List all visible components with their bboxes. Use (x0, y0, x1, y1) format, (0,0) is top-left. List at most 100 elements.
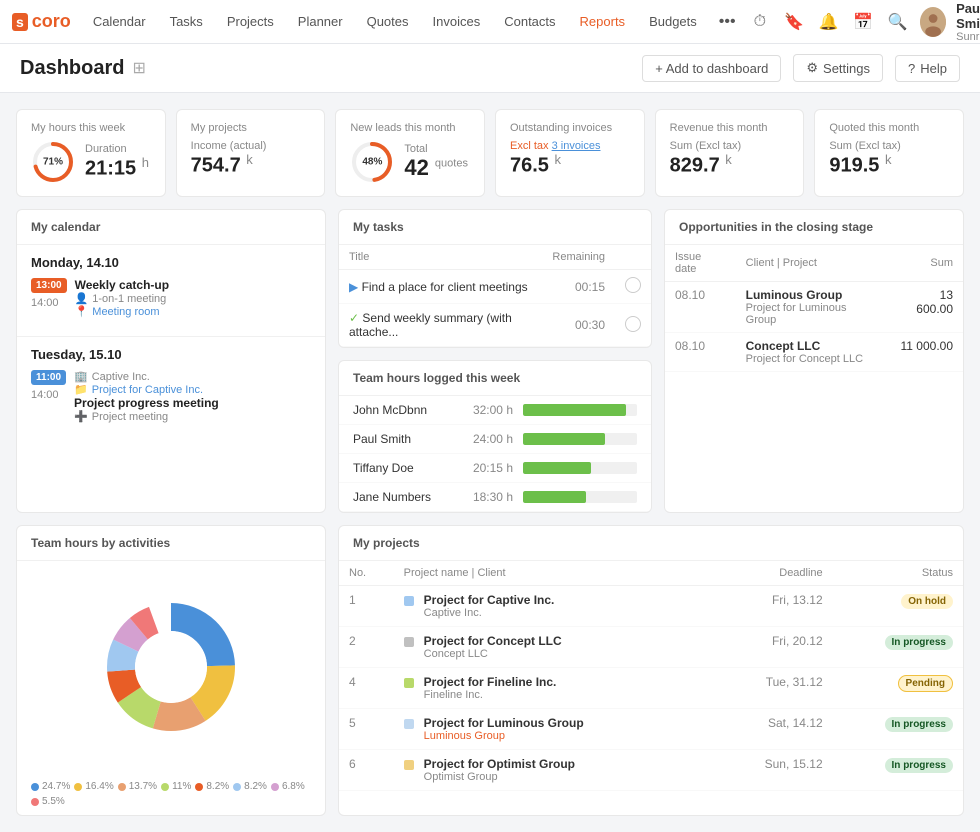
nav-more-icon[interactable]: ••• (711, 7, 744, 37)
opp-client-2: Concept LLC Project for Concept LLC (736, 333, 890, 372)
calendar-header: My calendar (17, 210, 325, 245)
user-info: Paul Smith Sunrise Ltd (956, 1, 980, 43)
proj-name-3: Project for Fineline Inc. Fineline Inc. (394, 668, 689, 709)
tasks-table: Title Remaining ▶ Find a place for clien… (339, 245, 651, 347)
calendar-card: My calendar Monday, 14.10 13:00 14:00 We… (16, 209, 326, 513)
proj-title-3: Project for Fineline Inc. (424, 675, 557, 689)
page-header-actions: + Add to dashboard ⚙ Settings ? Help (642, 54, 960, 82)
proj-client-2: Concept LLC (424, 648, 562, 660)
event-progress-meeting[interactable]: 11:00 14:00 🏢 Captive Inc. 📁 Project for… (31, 370, 311, 423)
proj-name-1: Project for Captive Inc. Captive Inc. (394, 586, 689, 627)
legend-3: 13.7% (118, 781, 157, 792)
project-label: Project for Captive Inc. (92, 384, 203, 396)
opp-row-2: 08.10 Concept LLC Project for Concept LL… (665, 333, 963, 372)
timer-icon[interactable]: ⏱ (748, 8, 772, 36)
nav-contacts[interactable]: Contacts (494, 8, 565, 35)
task-name-1: Find a place for client meetings (362, 280, 528, 294)
opp-sum-1: 13 600.00 (890, 282, 963, 333)
opp-col-client: Client | Project (736, 245, 890, 282)
nav-invoices[interactable]: Invoices (423, 8, 491, 35)
stat-projects-value: 754.7 k (191, 152, 267, 178)
stat-revenue-value: 829.7 k (670, 152, 742, 178)
task-check-2[interactable] (615, 304, 651, 347)
opp-sum-2: 11 000.00 (890, 333, 963, 372)
stat-outstanding-value: 76.5 k (510, 152, 601, 178)
event-detail: Weekly catch-up 👤 1-on-1 meeting 📍 Meeti… (75, 278, 311, 318)
lower-grid: My calendar Monday, 14.10 13:00 14:00 We… (16, 209, 964, 513)
proj-client-3: Fineline Inc. (424, 689, 557, 701)
team-hours-2: 24:00 h (463, 432, 513, 446)
calendar-add-icon[interactable]: 📅 (851, 8, 875, 36)
event-title-2: Project progress meeting (74, 396, 311, 410)
dashboard-config-icon[interactable]: ⊞ (132, 58, 145, 78)
proj-status-2: In progress (833, 627, 963, 668)
opp-date-1: 08.10 (665, 282, 736, 333)
legend-1: 24.7% (31, 781, 70, 792)
team-hours-1: 32:00 h (463, 403, 513, 417)
settings-button[interactable]: ⚙ Settings (793, 54, 883, 82)
proj-row-1: 1 Project for Captive Inc. Captive Inc. (339, 586, 963, 627)
task-icon-1: ▶ (349, 280, 362, 294)
proj-title-1: Project for Captive Inc. (424, 593, 555, 607)
logo[interactable]: scoro (12, 11, 71, 32)
task-check-1[interactable] (615, 270, 651, 304)
nav-calendar[interactable]: Calendar (83, 8, 156, 35)
help-button[interactable]: ? Help (895, 55, 960, 82)
proj-client-1: Captive Inc. (424, 607, 555, 619)
legend-4: 11% (161, 781, 191, 792)
stat-leads-sublabel: Total (404, 143, 468, 155)
projects-card: My projects No. Project name | Client De… (338, 525, 964, 816)
stat-projects-sublabel: Income (actual) (191, 140, 267, 152)
proj-color-3 (404, 678, 414, 688)
event-location: 📍 Meeting room (75, 305, 311, 318)
bell-icon[interactable]: 🔔 (817, 8, 841, 36)
company-label: Captive Inc. (92, 371, 150, 383)
proj-col-name: Project name | Client (394, 561, 689, 586)
stat-revenue-label: Revenue this month (670, 122, 790, 134)
page-title: Dashboard (20, 57, 124, 80)
team-bar-bg-2 (523, 433, 637, 445)
bookmark-icon[interactable]: 🔖 (782, 8, 806, 36)
proj-color-4 (404, 719, 414, 729)
proj-client-4: Luminous Group (424, 730, 584, 742)
team-row-3: Tiffany Doe 20:15 h (339, 454, 651, 483)
nav-planner[interactable]: Planner (288, 8, 353, 35)
bottom-row: Team hours by activities (16, 525, 964, 816)
nav-tasks[interactable]: Tasks (160, 8, 213, 35)
proj-no-3: 4 (339, 668, 394, 709)
proj-spacer-3 (688, 668, 717, 709)
tuesday-section: Tuesday, 15.10 11:00 14:00 🏢 Captive Inc… (17, 336, 325, 441)
avatar[interactable] (920, 7, 946, 37)
stat-my-projects: My projects Income (actual) 754.7 k (176, 109, 326, 197)
proj-no-2: 2 (339, 627, 394, 668)
stat-projects-label: My projects (191, 122, 311, 134)
tasks-col-title: Title (339, 245, 542, 270)
stat-leads-circle: 48% (350, 140, 394, 184)
nav-quotes[interactable]: Quotes (357, 8, 419, 35)
event-title: Weekly catch-up (75, 278, 311, 292)
event-time: 13:00 14:00 (31, 278, 67, 318)
nav-projects[interactable]: Projects (217, 8, 284, 35)
proj-title-5: Project for Optimist Group (424, 757, 575, 771)
add-to-dashboard-button[interactable]: + Add to dashboard (642, 55, 781, 82)
proj-spacer-4 (688, 709, 717, 750)
event-company: 🏢 Captive Inc. (74, 370, 311, 383)
legend-8: 5.5% (31, 796, 65, 807)
stat-hours-value: 21:15 h (85, 155, 149, 181)
event-weekly-catchup[interactable]: 13:00 14:00 Weekly catch-up 👤 1-on-1 mee… (31, 278, 311, 318)
proj-name-5: Project for Optimist Group Optimist Grou… (394, 750, 689, 791)
stat-quoted-label: Quoted this month (829, 122, 949, 134)
opp-table: Issue date Client | Project Sum 08.10 Lu… (665, 245, 963, 372)
task-row-2: ✓ Send weekly summary (with attache... 0… (339, 304, 651, 347)
stat-outstanding-label: Outstanding invoices (510, 122, 630, 134)
nav-reports[interactable]: Reports (570, 8, 636, 35)
event-detail-2: 🏢 Captive Inc. 📁 Project for Captive Inc… (74, 370, 311, 423)
team-hours-3: 20:15 h (463, 461, 513, 475)
team-row-1: John McDbnn 32:00 h (339, 396, 651, 425)
task-name-2: Send weekly summary (with attache... (349, 311, 512, 339)
search-icon[interactable]: 🔍 (885, 8, 909, 36)
nav-budgets[interactable]: Budgets (639, 8, 707, 35)
event-type-label: 1-on-1 meeting (92, 293, 166, 305)
team-bar-2 (523, 433, 605, 445)
nav-right: ⏱ 🔖 🔔 📅 🔍 Paul Smith Sunrise Ltd ▾ (748, 1, 980, 43)
